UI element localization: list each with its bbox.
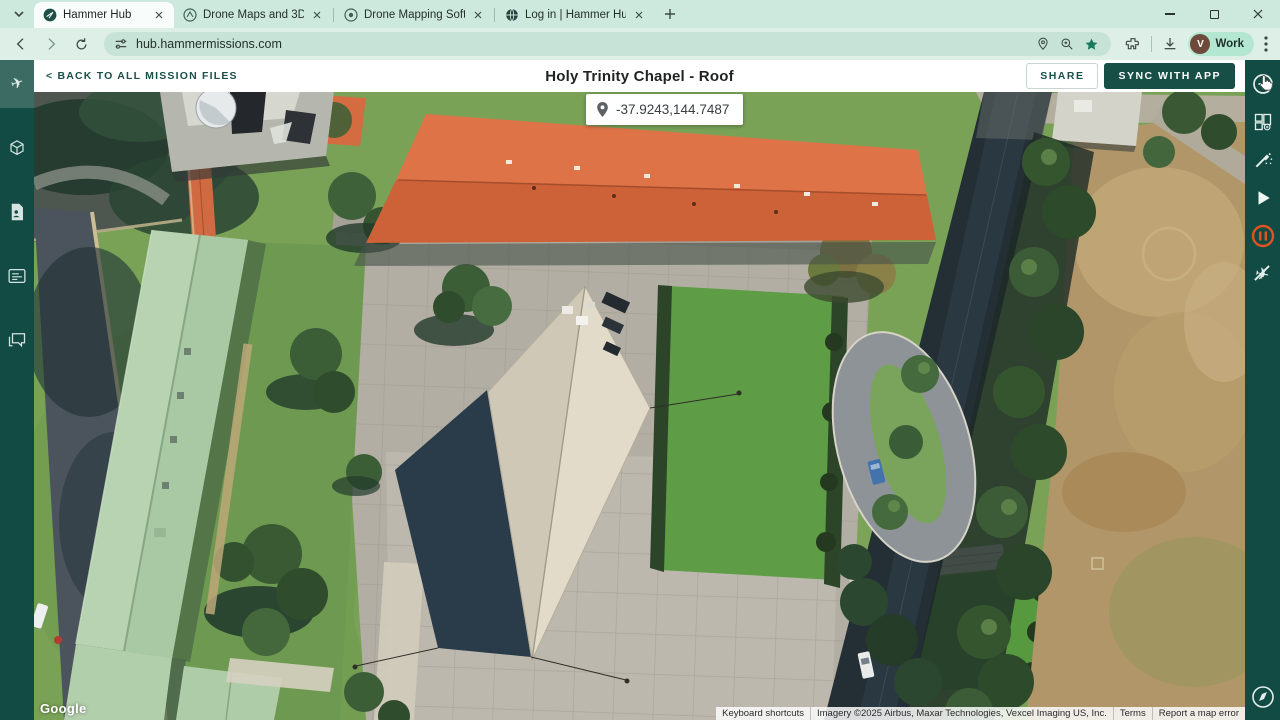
reload-icon[interactable] [68,31,94,57]
satellite-imagery[interactable] [34,92,1245,720]
sync-with-app-button[interactable]: SYNC WITH APP [1104,63,1235,89]
mission-header: < BACK TO ALL MISSION FILES Holy Trinity… [34,60,1245,92]
terms-link[interactable]: Terms [1112,707,1152,720]
window-restore-icon[interactable] [1192,0,1236,28]
magic-wand-icon [1255,153,1272,168]
site-settings-icon[interactable] [114,37,128,51]
cursor-pointer [1259,75,1273,91]
mission-title: Holy Trinity Chapel - Roof [545,67,734,85]
tab-drone-maps[interactable]: Drone Maps and 3D Models: H [174,2,332,28]
tab-title: Drone Mapping Software | 4D S [364,9,465,21]
left-sidebar: ✈ [0,60,34,720]
location-pin-icon [597,101,608,117]
right-sidebar: ✈ [1245,60,1280,720]
coordinates-tooltip: -37.9243,144.7487 [586,94,744,125]
tab-title: Hammer Hub [63,9,132,21]
profile-name: Work [1215,38,1244,50]
tab-hammer-hub[interactable]: Hammer Hub [34,2,174,28]
map-viewport[interactable]: -37.9243,144.7487 Google Keyboard shortc… [34,92,1245,720]
tab-close-icon[interactable] [632,8,646,22]
pause-mission-button[interactable] [1248,221,1278,251]
sidebar-item-3d-models[interactable] [0,124,34,172]
new-tab-button[interactable] [658,2,682,26]
tab-close-icon[interactable] [310,8,324,22]
tab-drone-mapping-software[interactable]: Drone Mapping Software | 4D S [335,2,493,28]
tab-separator [494,8,495,22]
window-minimize-icon[interactable] [1148,0,1192,28]
tab-favicon [344,8,358,22]
play-icon [1258,191,1270,205]
chat-icon [8,332,26,347]
cube-3d-icon [10,140,24,156]
imagery-credit: Imagery ©2025 Airbus, Maxar Technologies… [809,707,1113,720]
forward-icon[interactable] [38,31,64,57]
window-controls [1148,0,1280,28]
extensions-icon[interactable] [1125,36,1141,52]
tab-favicon [183,8,197,22]
download-icon[interactable] [1162,36,1178,52]
list-card-icon [8,268,26,284]
flight-takeoff-icon: ✈ [8,73,26,94]
map-attribution: Keyboard shortcuts Imagery ©2025 Airbus,… [716,707,1245,720]
layout-split-button[interactable] [1248,107,1278,137]
location-pin-icon[interactable] [1036,37,1050,51]
play-mission-button[interactable] [1248,183,1278,213]
bookmark-star-icon[interactable] [1084,37,1099,52]
zoom-icon[interactable] [1060,37,1074,51]
sidebar-item-chat[interactable] [0,316,34,364]
window-close-icon[interactable] [1236,0,1280,28]
globe-favicon [506,8,518,22]
tab-login-hammer-hub[interactable]: Log in | Hammer Hub [496,2,654,28]
compass-button[interactable] [1248,682,1278,712]
tab-close-icon[interactable] [471,8,485,22]
dashboard-layout-icon [1254,113,1271,131]
profile-chip[interactable]: V Work [1188,32,1254,56]
tab-search-icon[interactable] [6,2,32,26]
sidebar-item-flight-missions[interactable]: ✈ [0,60,34,108]
tab-title: Log in | Hammer Hub [525,9,626,21]
browser-tabstrip: Hammer Hub Drone Maps and 3D Models: H D… [0,0,1280,28]
coordinates-value: -37.9243,144.7487 [616,102,730,117]
compass-icon [1251,686,1274,708]
browser-menu-icon[interactable] [1264,36,1268,52]
sidebar-item-notes[interactable] [0,252,34,300]
no-fly-zone-button[interactable]: ✈ [1248,259,1278,289]
browser-toolbar: hub.hammermissions.com V Work [0,28,1280,60]
tab-separator [333,8,334,22]
avatar: V [1190,34,1211,54]
sidebar-item-mission-files[interactable] [0,188,34,236]
report-error-link[interactable]: Report a map error [1151,707,1245,720]
draw-annotate-button[interactable] [1248,145,1278,175]
back-to-missions-link[interactable]: < BACK TO ALL MISSION FILES [46,70,238,82]
share-button[interactable]: SHARE [1026,63,1099,89]
back-icon[interactable] [8,31,34,57]
google-logo[interactable]: Google [40,701,87,716]
tab-close-icon[interactable] [152,8,166,22]
hammer-hub-favicon [43,8,57,22]
toolbar-divider [1151,36,1153,52]
tab-title: Drone Maps and 3D Models: H [203,9,304,21]
pause-circle-icon [1251,224,1274,248]
keyboard-shortcuts-link[interactable]: Keyboard shortcuts [716,707,810,720]
address-bar[interactable]: hub.hammermissions.com [104,32,1112,56]
document-icon [11,203,23,221]
toolbar-right: V Work [1121,32,1272,56]
url-text[interactable]: hub.hammermissions.com [136,37,282,51]
